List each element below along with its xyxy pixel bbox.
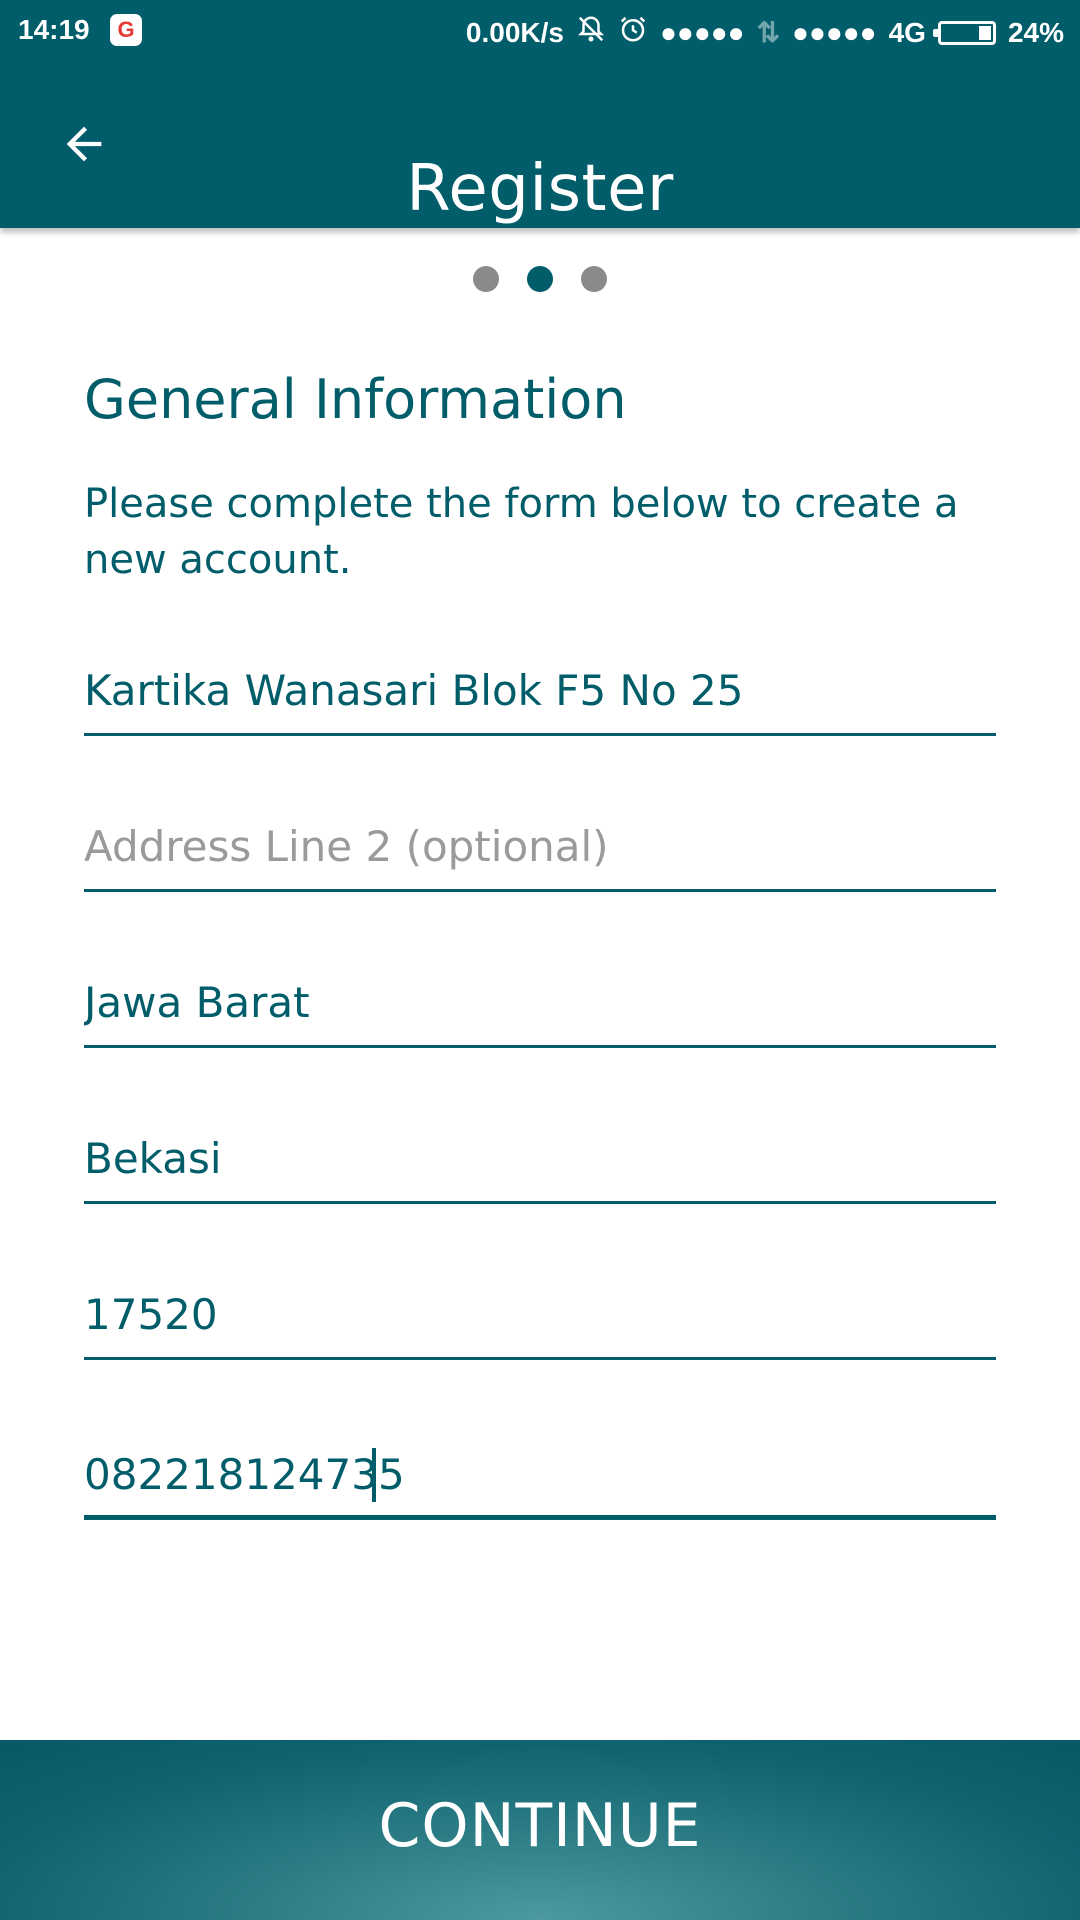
continue-button[interactable]: CONTINUE bbox=[0, 1740, 1080, 1920]
text-cursor bbox=[372, 1448, 376, 1502]
step-dot bbox=[473, 266, 499, 292]
step-dot-active bbox=[527, 266, 553, 292]
alarm-clock-icon bbox=[618, 14, 648, 51]
battery-percent: 24% bbox=[1007, 16, 1064, 48]
step-dot bbox=[581, 266, 607, 292]
data-arrows-icon: ⇅ bbox=[756, 17, 781, 48]
address-line-2-input[interactable] bbox=[84, 808, 996, 884]
bell-off-icon bbox=[576, 14, 606, 51]
battery-fill bbox=[978, 25, 991, 40]
step-indicator bbox=[0, 266, 1080, 292]
city-field bbox=[84, 1120, 996, 1204]
province-input[interactable] bbox=[84, 964, 996, 1040]
address-line-2-field bbox=[84, 808, 996, 892]
app-bar: Register bbox=[0, 60, 1080, 228]
network-speed: 0.00K/s bbox=[465, 16, 564, 48]
address-line-1-field bbox=[84, 652, 996, 736]
section-description: Please complete the form below to create… bbox=[84, 481, 959, 583]
status-time: 14:19 bbox=[18, 14, 90, 45]
postal-code-input[interactable] bbox=[84, 1276, 996, 1352]
page-title: Register bbox=[406, 151, 674, 226]
signal-strength-2: ●●●●● bbox=[792, 16, 877, 48]
province-field bbox=[84, 964, 996, 1048]
signal-strength-1: ●●●●● bbox=[660, 16, 745, 48]
phone-field bbox=[84, 1436, 996, 1520]
status-indicators: 0.00K/s ●●●●● ⇅ ●●●●● 4G 24% bbox=[466, 14, 1064, 51]
address-line-1-input[interactable] bbox=[84, 652, 996, 728]
continue-label: CONTINUE bbox=[378, 1791, 702, 1861]
section-title: General Information bbox=[84, 368, 627, 431]
postal-code-field bbox=[84, 1276, 996, 1360]
battery-icon bbox=[932, 20, 996, 45]
status-bar: 14:19 G 0.00K/s ●●●●● ⇅ ●●●●● 4G 24% bbox=[0, 0, 1080, 60]
phone-input[interactable] bbox=[84, 1436, 996, 1512]
city-input[interactable] bbox=[84, 1120, 996, 1196]
network-type: 4G bbox=[888, 16, 926, 48]
google-notification-icon: G bbox=[110, 14, 142, 46]
